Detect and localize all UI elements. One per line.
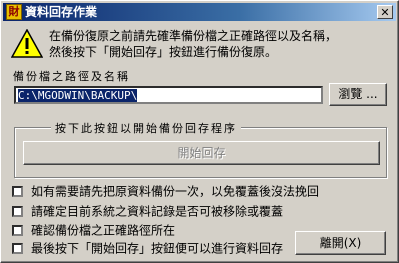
dialog-window: 財 資料回存作業 ✕ 在備份復原之前請先確準備份檔之正確路徑以及名稱， 然後按下… xyxy=(0,0,399,263)
group-label: 按下此按鈕以開始備份回存程序 xyxy=(51,120,241,136)
message-line-1: 在備份復原之前請先確準備份檔之正確路徑以及名稱， xyxy=(49,29,338,43)
window-title: 資料回存作業 xyxy=(25,5,98,19)
checklist-item[interactable]: 請確定目前系統之資料記錄是否可被移除或覆蓋 xyxy=(12,204,284,219)
title-bar[interactable]: 財 資料回存作業 ✕ xyxy=(3,3,396,21)
app-icon: 財 xyxy=(6,4,22,20)
close-icon[interactable]: ✕ xyxy=(377,5,393,19)
exit-button[interactable]: 離開(X) xyxy=(295,231,386,255)
backup-path-value: C:\MGODWIN\BACKUP\ xyxy=(18,89,138,102)
checkbox[interactable] xyxy=(12,206,23,217)
checkbox[interactable] xyxy=(12,225,23,236)
checklist-item-label: 如有需要請先把原資料備份一次，以免覆蓋後沒法挽回 xyxy=(31,184,320,199)
backup-path-input[interactable]: C:\MGODWIN\BACKUP\ xyxy=(14,86,323,104)
checklist-item-label: 請確定目前系統之資料記錄是否可被移除或覆蓋 xyxy=(31,204,284,219)
checklist-item-label: 最後按下「開始回存」按鈕便可以進行資料回存 xyxy=(31,241,284,256)
checklist-item[interactable]: 如有需要請先把原資料備份一次，以免覆蓋後沒法挽回 xyxy=(12,184,320,199)
checklist-item-label: 確認備份檔之正確路徑所在 xyxy=(31,223,176,238)
checklist-item[interactable]: 最後按下「開始回存」按鈕便可以進行資料回存 xyxy=(12,241,284,256)
message-line-2: 然後按下「開始回存」按鈕進行備份復原。 xyxy=(49,45,278,59)
browse-button[interactable]: 瀏覽 ... xyxy=(329,83,387,106)
start-restore-button[interactable]: 開始回存 xyxy=(23,141,380,165)
warning-icon xyxy=(11,29,43,58)
checkbox[interactable] xyxy=(12,243,23,254)
path-label: 備份檔之路徑及名稱 xyxy=(13,70,130,83)
checkbox[interactable] xyxy=(12,186,23,197)
instruction-message: 在備份復原之前請先確準備份檔之正確路徑以及名稱， 然後按下「開始回存」按鈕進行備… xyxy=(49,28,337,60)
checklist-item[interactable]: 確認備份檔之正確路徑所在 xyxy=(12,223,176,238)
